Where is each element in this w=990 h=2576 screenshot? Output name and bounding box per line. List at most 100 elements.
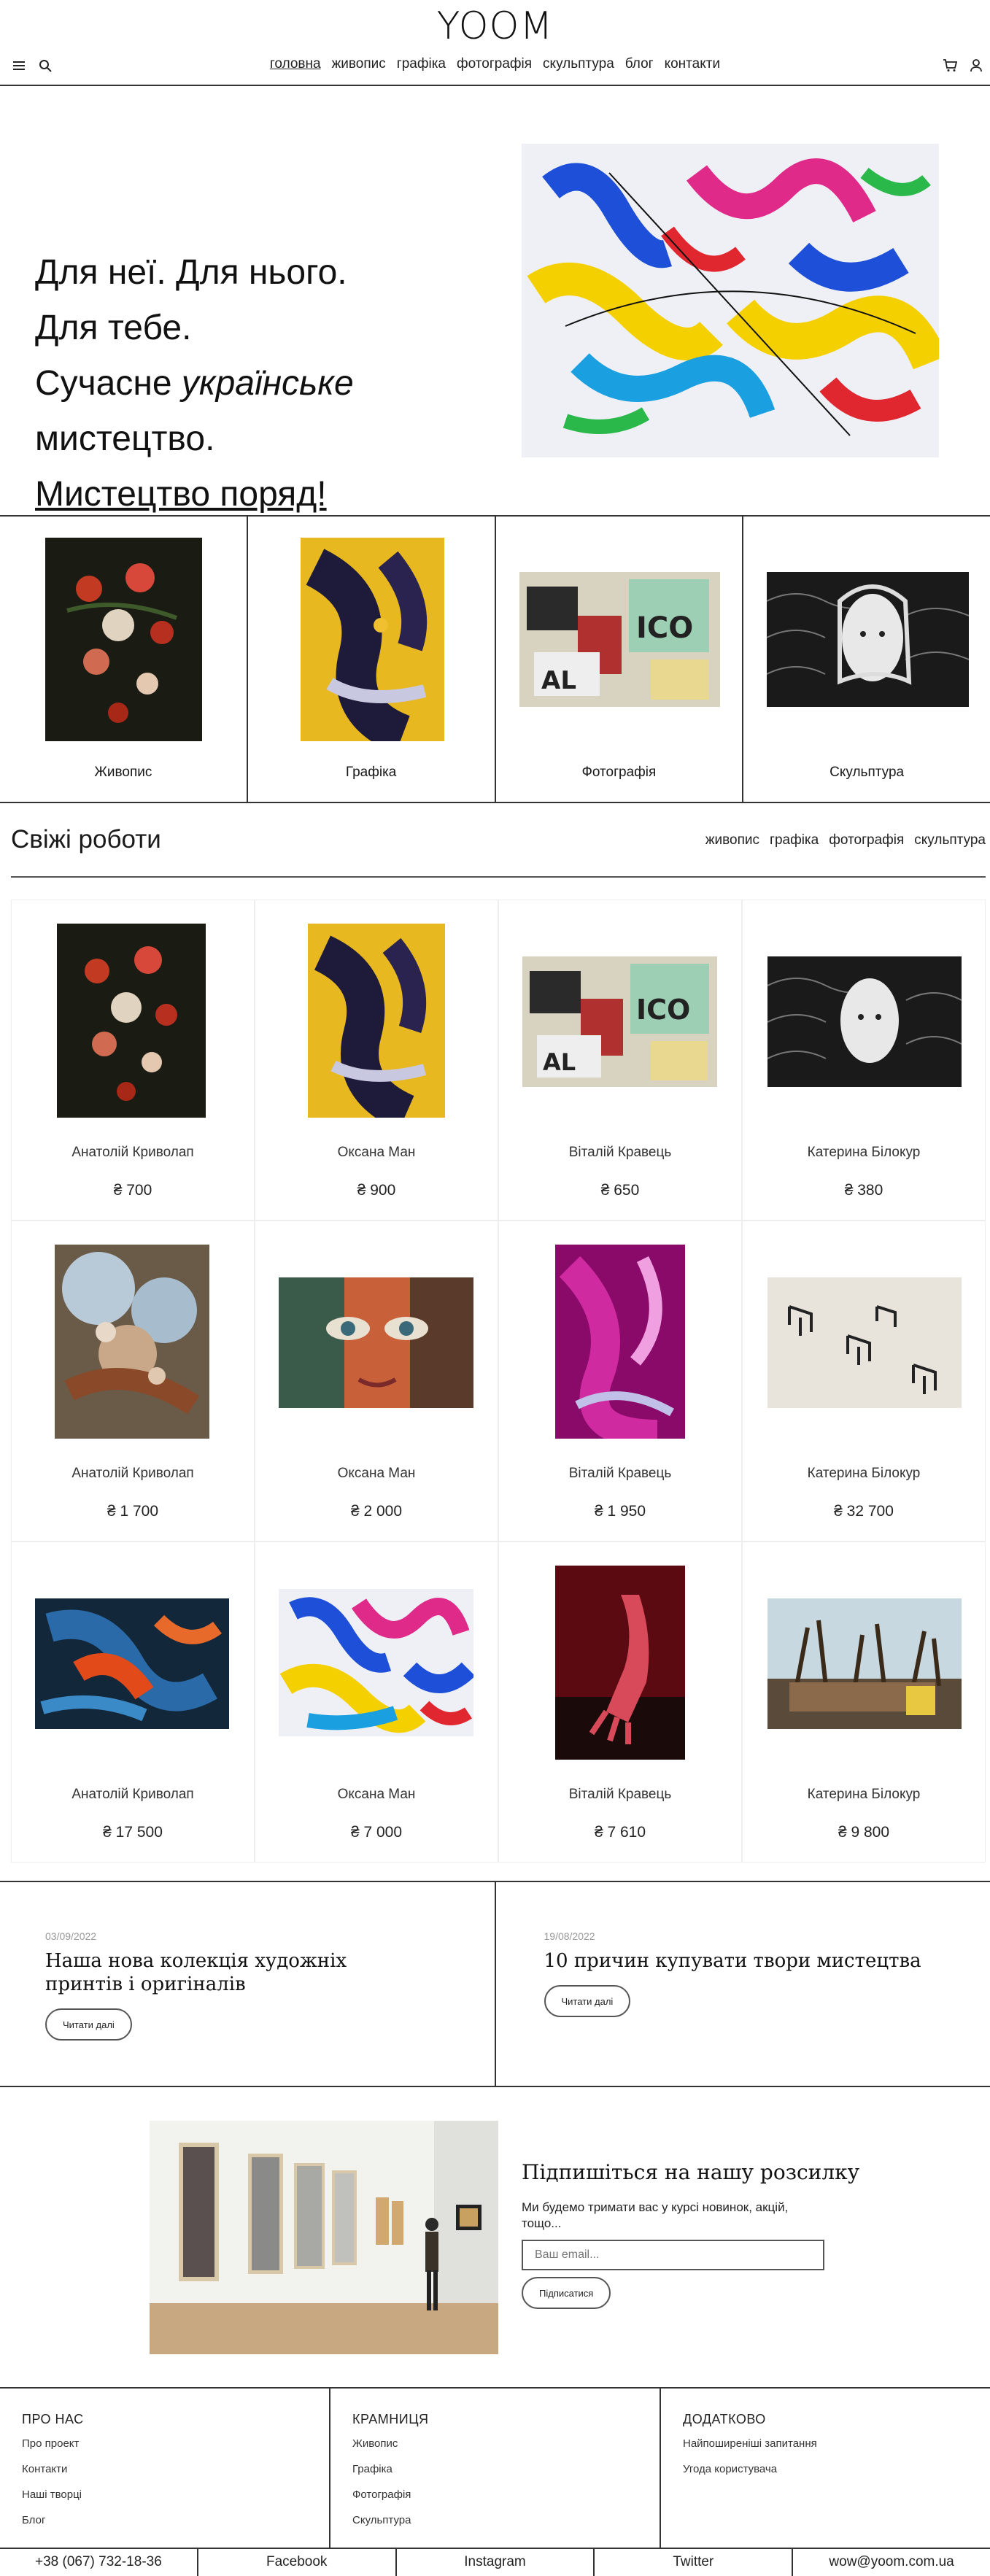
- footer-link[interactable]: Фотографія: [352, 2488, 660, 2501]
- artwork-image: [55, 1245, 209, 1439]
- divider: [11, 876, 986, 878]
- blog-post: 03/09/2022 Наша нова колекція художніх п…: [0, 1882, 496, 2086]
- footer-link[interactable]: Живопис: [352, 2437, 660, 2450]
- nav-graphics[interactable]: графіка: [397, 56, 446, 72]
- hero-line: мистецтво.: [35, 419, 215, 458]
- artwork-image: [767, 956, 962, 1087]
- artist-name: Оксана Ман: [337, 1145, 416, 1160]
- artwork-card[interactable]: ICO AL Віталій Кравець ₴ 650: [498, 900, 742, 1221]
- category-painting[interactable]: Живопис: [0, 517, 248, 802]
- artist-name: Анатолій Криволап: [71, 1787, 194, 1802]
- filter-photo[interactable]: фотографія: [829, 832, 904, 848]
- category-label: Фотографія: [581, 765, 657, 780]
- artwork-image: [767, 1277, 962, 1408]
- artwork-image: [308, 924, 445, 1118]
- svg-text:AL: AL: [543, 1048, 576, 1076]
- artwork-image: [555, 1245, 685, 1439]
- artwork-card[interactable]: Оксана Ман ₴ 900: [255, 900, 498, 1221]
- subscribe-button[interactable]: Підписатися: [522, 2277, 611, 2309]
- artwork-price: ₴ 17 500: [103, 1824, 163, 1841]
- logo[interactable]: YOOM: [0, 4, 990, 48]
- artist-name: Віталій Кравець: [568, 1145, 672, 1160]
- blog-post: 19/08/2022 10 причин купувати твори мист…: [496, 1882, 990, 2086]
- category-label: Скульптура: [829, 765, 905, 780]
- twitter-link[interactable]: Twitter: [595, 2549, 794, 2576]
- email-input[interactable]: [522, 2240, 824, 2270]
- site-header: YOOM головна живопис графіка фотографія …: [0, 0, 990, 86]
- footer-link[interactable]: Графіка: [352, 2463, 660, 2475]
- artwork-image: [279, 1589, 473, 1736]
- instagram-link[interactable]: Instagram: [397, 2549, 595, 2576]
- facebook-link[interactable]: Facebook: [198, 2549, 397, 2576]
- filter-graphics[interactable]: графіка: [770, 832, 819, 848]
- hero-line: Для тебе.: [35, 309, 192, 347]
- footer-link[interactable]: Про проект: [22, 2437, 329, 2450]
- svg-text:ICO: ICO: [636, 611, 693, 645]
- artwork-card[interactable]: Анатолій Криволап ₴ 1 700: [11, 1221, 255, 1542]
- photo-thumbnail: ICO AL: [519, 572, 720, 707]
- post-title[interactable]: 10 причин купувати твори мистецтва: [544, 1949, 924, 1973]
- footer-heading: КРАМНИЦЯ: [352, 2412, 429, 2426]
- fresh-works-header: Свіжі роботи живопис графіка фотографія …: [0, 803, 990, 880]
- nav-sculpture[interactable]: скульптура: [543, 56, 614, 72]
- newsletter-section: Підпишіться на нашу розсилку Ми будемо т…: [0, 2121, 990, 2386]
- artwork-card[interactable]: Катерина Білокур ₴ 32 700: [742, 1221, 986, 1542]
- artwork-card[interactable]: Катерина Білокур ₴ 9 800: [742, 1542, 986, 1863]
- artist-name: Віталій Кравець: [568, 1787, 672, 1802]
- footer-link[interactable]: Найпоширеніші запитання: [683, 2437, 990, 2450]
- nav-contacts[interactable]: контакти: [665, 56, 720, 72]
- category-label: Графіка: [345, 765, 397, 780]
- hero-link[interactable]: Мистецтво поряд!: [35, 475, 327, 514]
- cart-icon[interactable]: [940, 55, 960, 76]
- nav-blog[interactable]: блог: [625, 56, 654, 72]
- post-date: 19/08/2022: [544, 1930, 595, 1942]
- phone-link[interactable]: +38 (067) 732-18-36: [0, 2549, 198, 2576]
- footer-shop: КРАМНИЦЯ Живопис Графіка Фотографія Скул…: [330, 2389, 661, 2548]
- user-icon[interactable]: [966, 55, 986, 76]
- artwork-price: ₴ 650: [600, 1182, 640, 1199]
- artwork-image: [57, 924, 206, 1118]
- category-photo[interactable]: ICO AL Фотографія: [496, 517, 744, 802]
- artwork-grid: Анатолій Криволап ₴ 700 Оксана Ман ₴ 900…: [11, 900, 986, 1863]
- artwork-card[interactable]: Оксана Ман ₴ 2 000: [255, 1221, 498, 1542]
- nav-photo[interactable]: фотографія: [457, 56, 532, 72]
- footer-link[interactable]: Угода користувача: [683, 2463, 990, 2475]
- artist-name: Катерина Білокур: [807, 1787, 921, 1802]
- artwork-card[interactable]: Оксана Ман ₴ 7 000: [255, 1542, 498, 1863]
- artist-name: Катерина Білокур: [807, 1145, 921, 1160]
- category-sculpture[interactable]: Скульптура: [743, 517, 990, 802]
- painting-thumbnail: [45, 538, 202, 741]
- nav-painting[interactable]: живопис: [332, 56, 386, 72]
- footer-link[interactable]: Блог: [22, 2514, 329, 2526]
- footer-link[interactable]: Наші творці: [22, 2488, 329, 2501]
- nav-home[interactable]: головна: [270, 56, 321, 72]
- artwork-card[interactable]: Віталій Кравець ₴ 1 950: [498, 1221, 742, 1542]
- blog-section: 03/09/2022 Наша нова колекція художніх п…: [0, 1881, 990, 2087]
- artwork-card[interactable]: Віталій Кравець ₴ 7 610: [498, 1542, 742, 1863]
- read-more-button[interactable]: Читати далі: [544, 1985, 631, 2017]
- filter-painting[interactable]: живопис: [705, 832, 759, 848]
- read-more-button[interactable]: Читати далі: [45, 2008, 132, 2041]
- category-graphics[interactable]: Графіка: [248, 517, 496, 802]
- sculpture-thumbnail: [767, 572, 970, 707]
- post-title[interactable]: Наша нова колекція художніх принтів і ор…: [45, 1949, 425, 1996]
- artwork-price: ₴ 700: [113, 1182, 152, 1199]
- filter-links: живопис графіка фотографія скульптура: [705, 832, 986, 848]
- section-title: Свіжі роботи: [11, 825, 161, 854]
- hero-heading: Для неї. Для нього. Для тебе. Сучасне ук…: [35, 245, 354, 522]
- newsletter-title: Підпишіться на нашу розсилку: [522, 2160, 860, 2184]
- artwork-price: ₴ 380: [844, 1182, 883, 1199]
- filter-sculpture[interactable]: скульптура: [914, 832, 986, 848]
- artwork-card[interactable]: Анатолій Криволап ₴ 17 500: [11, 1542, 255, 1863]
- artwork-image: [35, 1598, 229, 1729]
- svg-text:AL: AL: [541, 666, 576, 695]
- artwork-price: ₴ 7 000: [350, 1824, 403, 1841]
- artwork-image: [555, 1566, 685, 1760]
- footer-heading: ДОДАТКОВО: [683, 2412, 766, 2426]
- email-link[interactable]: wow@yoom.com.ua: [793, 2549, 990, 2576]
- footer-link[interactable]: Скульптура: [352, 2514, 660, 2526]
- page: YOOM головна живопис графіка фотографія …: [0, 0, 990, 2576]
- artwork-card[interactable]: Анатолій Криволап ₴ 700: [11, 900, 255, 1221]
- footer-link[interactable]: Контакти: [22, 2463, 329, 2475]
- artwork-card[interactable]: Катерина Білокур ₴ 380: [742, 900, 986, 1221]
